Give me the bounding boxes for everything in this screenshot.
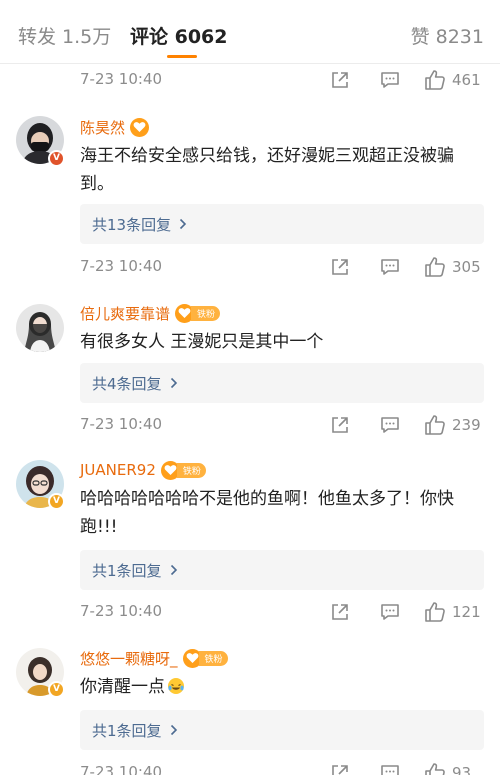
comment-text: 有很多女人 王漫妮只是其中一个 xyxy=(80,332,324,352)
share-icon xyxy=(332,604,348,620)
reply-button[interactable] xyxy=(380,413,400,437)
comment-meta-row: 7-23 10:40 239 xyxy=(80,413,488,439)
fan-badge: 铁粉 xyxy=(182,648,228,668)
thumbs-up-icon xyxy=(425,70,445,90)
comment-text: 你清醒一点 xyxy=(80,677,165,697)
share-icon xyxy=(332,259,348,275)
comment-time: 7-23 10:40 xyxy=(80,257,163,275)
laughing-tears-emoji-icon xyxy=(167,676,185,704)
tab-likes[interactable]: 赞 8231 xyxy=(411,22,484,49)
fan-badge-icon xyxy=(130,117,150,137)
chevron-right-icon xyxy=(179,218,187,230)
share-button[interactable] xyxy=(330,68,350,92)
replies-label: 共1条回复 xyxy=(92,561,162,580)
like-button[interactable]: 239 xyxy=(424,413,488,437)
reply-button[interactable] xyxy=(380,600,400,624)
verified-badge-icon: V xyxy=(48,150,65,167)
tab-comments[interactable]: 评论 6062 xyxy=(130,22,228,49)
share-icon xyxy=(332,765,348,775)
comment-icon xyxy=(381,604,399,620)
fan-badge: 铁粉 xyxy=(175,303,221,323)
share-button[interactable] xyxy=(330,255,350,279)
username[interactable]: 悠悠一颗糖呀_ xyxy=(80,648,178,669)
username[interactable]: JUANER92 xyxy=(80,461,156,479)
share-button[interactable] xyxy=(330,600,350,624)
comment-icon xyxy=(381,765,399,775)
username[interactable]: 倍儿爽要靠谱 xyxy=(80,303,170,324)
replies-label: 共4条回复 xyxy=(92,374,162,393)
chevron-right-icon xyxy=(170,564,178,576)
comment-icon xyxy=(381,417,399,433)
thumbs-up-icon xyxy=(425,415,445,435)
share-button[interactable] xyxy=(330,761,350,775)
like-count: 93 xyxy=(452,764,472,775)
like-button[interactable]: 305 xyxy=(424,255,488,279)
replies-label: 共1条回复 xyxy=(92,721,162,740)
comment-icon xyxy=(381,259,399,275)
like-button[interactable]: 121 xyxy=(424,600,488,624)
like-count: 239 xyxy=(452,416,481,434)
fan-badge-label: 铁粉 xyxy=(176,462,206,478)
share-icon xyxy=(332,72,348,88)
thumbs-up-icon xyxy=(425,602,445,622)
share-icon xyxy=(332,417,348,433)
fan-badge-label: 铁粉 xyxy=(198,650,228,666)
fan-badge: 铁粉 xyxy=(160,460,206,480)
thumbs-up-icon xyxy=(425,763,445,775)
comment-time: 7-23 10:40 xyxy=(80,70,163,88)
replies-label: 共13条回复 xyxy=(92,215,172,234)
reply-button[interactable] xyxy=(380,761,400,775)
fan-badge xyxy=(130,117,150,137)
verified-badge-icon: V xyxy=(48,681,65,698)
comment-meta-row: 7-23 10:40 93 xyxy=(80,761,488,775)
like-button[interactable]: 93 xyxy=(424,761,488,775)
comment-time: 7-23 10:40 xyxy=(80,415,163,433)
active-tab-indicator xyxy=(167,55,197,58)
comment-time: 7-23 10:40 xyxy=(80,763,163,775)
fan-badge-label: 铁粉 xyxy=(191,305,221,321)
username[interactable]: 陈昊然 xyxy=(80,117,125,138)
like-count: 305 xyxy=(452,258,481,276)
comment-tab-bar: 转发 1.5万 评论 6062 赞 8231 xyxy=(0,0,500,64)
view-replies-button[interactable]: 共1条回复 xyxy=(80,710,484,750)
view-replies-button[interactable]: 共13条回复 xyxy=(80,204,484,244)
reply-button[interactable] xyxy=(380,255,400,279)
verified-badge-icon: V xyxy=(48,493,65,510)
share-button[interactable] xyxy=(330,413,350,437)
avatar[interactable] xyxy=(16,304,64,352)
comment-meta-row: 7-23 10:40 305 xyxy=(80,255,488,281)
like-count: 121 xyxy=(452,603,481,621)
view-replies-button[interactable]: 共1条回复 xyxy=(80,550,484,590)
like-button[interactable]: 461 xyxy=(424,68,488,92)
chevron-right-icon xyxy=(170,724,178,736)
comment-icon xyxy=(381,72,399,88)
view-replies-button[interactable]: 共4条回复 xyxy=(80,363,484,403)
comment-meta-row: 7-23 10:40 461 xyxy=(80,68,488,94)
comment-text: 海王不给安全感只给钱，还好漫妮三观超正没被骗到。 xyxy=(80,146,454,194)
reply-button[interactable] xyxy=(380,68,400,92)
comment-time: 7-23 10:40 xyxy=(80,602,163,620)
comment-text: 哈哈哈哈哈哈哈不是他的鱼啊！他鱼太多了！你快跑!!! xyxy=(80,489,454,537)
thumbs-up-icon xyxy=(425,257,445,277)
tab-forward[interactable]: 转发 1.5万 xyxy=(18,22,111,49)
comment-meta-row: 7-23 10:40 121 xyxy=(80,600,488,626)
like-count: 461 xyxy=(452,71,481,89)
chevron-right-icon xyxy=(170,377,178,389)
